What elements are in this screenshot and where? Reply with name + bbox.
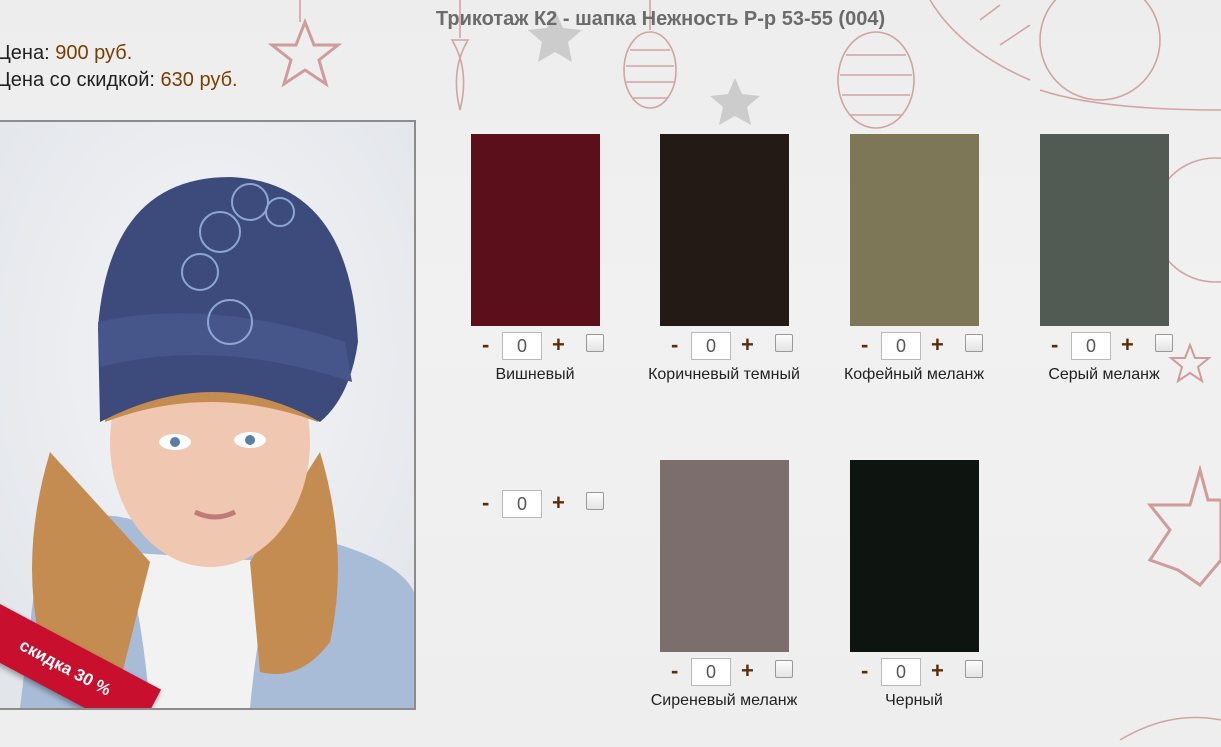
decrement-button[interactable]: - bbox=[1051, 332, 1058, 358]
decrement-button[interactable]: - bbox=[482, 332, 489, 358]
select-checkbox[interactable] bbox=[965, 660, 983, 678]
increment-button[interactable]: + bbox=[552, 332, 565, 358]
color-swatch[interactable] bbox=[850, 460, 979, 652]
select-checkbox[interactable] bbox=[965, 334, 983, 352]
color-swatch[interactable] bbox=[660, 134, 789, 326]
star-ornament-icon bbox=[1146, 464, 1221, 588]
quantity-input[interactable] bbox=[502, 490, 542, 518]
quantity-stepper: -+ bbox=[476, 332, 616, 362]
select-checkbox[interactable] bbox=[586, 334, 604, 352]
color-swatch[interactable] bbox=[471, 134, 600, 326]
quantity-stepper: -+ bbox=[855, 332, 995, 362]
quantity-input[interactable] bbox=[881, 658, 921, 686]
increment-button[interactable]: + bbox=[931, 332, 944, 358]
color-name: Вишневый bbox=[495, 366, 575, 383]
quantity-input[interactable] bbox=[691, 658, 731, 686]
star-ornament-icon bbox=[710, 78, 760, 125]
discount-price-label: Цена со скидкой: bbox=[0, 69, 161, 91]
product-photo[interactable]: скидка 30 % bbox=[0, 120, 416, 710]
select-checkbox[interactable] bbox=[1155, 334, 1173, 352]
discount-price-line: Цена со скидкой: 630 руб. bbox=[0, 69, 238, 92]
increment-button[interactable]: + bbox=[931, 658, 944, 684]
model-in-hat-image bbox=[0, 122, 414, 708]
decrement-button[interactable]: - bbox=[482, 490, 489, 516]
quantity-input[interactable] bbox=[881, 332, 921, 360]
decrement-button[interactable]: - bbox=[671, 332, 678, 358]
quantity-stepper: -+ bbox=[665, 658, 805, 688]
color-swatch[interactable] bbox=[660, 460, 789, 652]
select-checkbox[interactable] bbox=[775, 660, 793, 678]
quantity-input[interactable] bbox=[1071, 332, 1111, 360]
color-swatch[interactable] bbox=[1040, 134, 1169, 326]
discount-price-value: 630 руб. bbox=[160, 69, 238, 91]
select-checkbox[interactable] bbox=[775, 334, 793, 352]
quantity-input[interactable] bbox=[502, 332, 542, 360]
quantity-stepper: -+ bbox=[855, 658, 995, 688]
decrement-button[interactable]: - bbox=[671, 658, 678, 684]
pinecone-icon bbox=[837, 31, 915, 129]
color-name: Черный bbox=[885, 692, 943, 709]
increment-button[interactable]: + bbox=[552, 490, 565, 516]
color-name: Сиреневый меланж bbox=[650, 692, 798, 709]
increment-button[interactable]: + bbox=[741, 658, 754, 684]
increment-button[interactable]: + bbox=[1121, 332, 1134, 358]
increment-button[interactable]: + bbox=[741, 332, 754, 358]
product-title: Трикотаж К2 - шапка Нежность Р-р 53-55 (… bbox=[435, 8, 886, 30]
color-name: Кофейный меланж bbox=[843, 366, 985, 383]
price-label: Цена: bbox=[0, 42, 56, 64]
decrement-button[interactable]: - bbox=[861, 332, 868, 358]
color-swatch[interactable] bbox=[850, 134, 979, 326]
color-name: Серый меланж bbox=[1048, 366, 1160, 383]
quantity-stepper: -+ bbox=[665, 332, 805, 362]
pinecone-icon bbox=[623, 31, 677, 109]
price-line: Цена: 900 руб. bbox=[0, 42, 132, 65]
star-ornament-icon bbox=[267, 17, 343, 88]
decrement-button[interactable]: - bbox=[861, 658, 868, 684]
quantity-input[interactable] bbox=[691, 332, 731, 360]
select-checkbox[interactable] bbox=[586, 492, 604, 510]
price-value: 900 руб. bbox=[55, 42, 133, 64]
quantity-stepper: -+ bbox=[1045, 332, 1185, 362]
quantity-stepper: -+ bbox=[476, 490, 616, 520]
color-name: Коричневый темный bbox=[648, 366, 800, 383]
